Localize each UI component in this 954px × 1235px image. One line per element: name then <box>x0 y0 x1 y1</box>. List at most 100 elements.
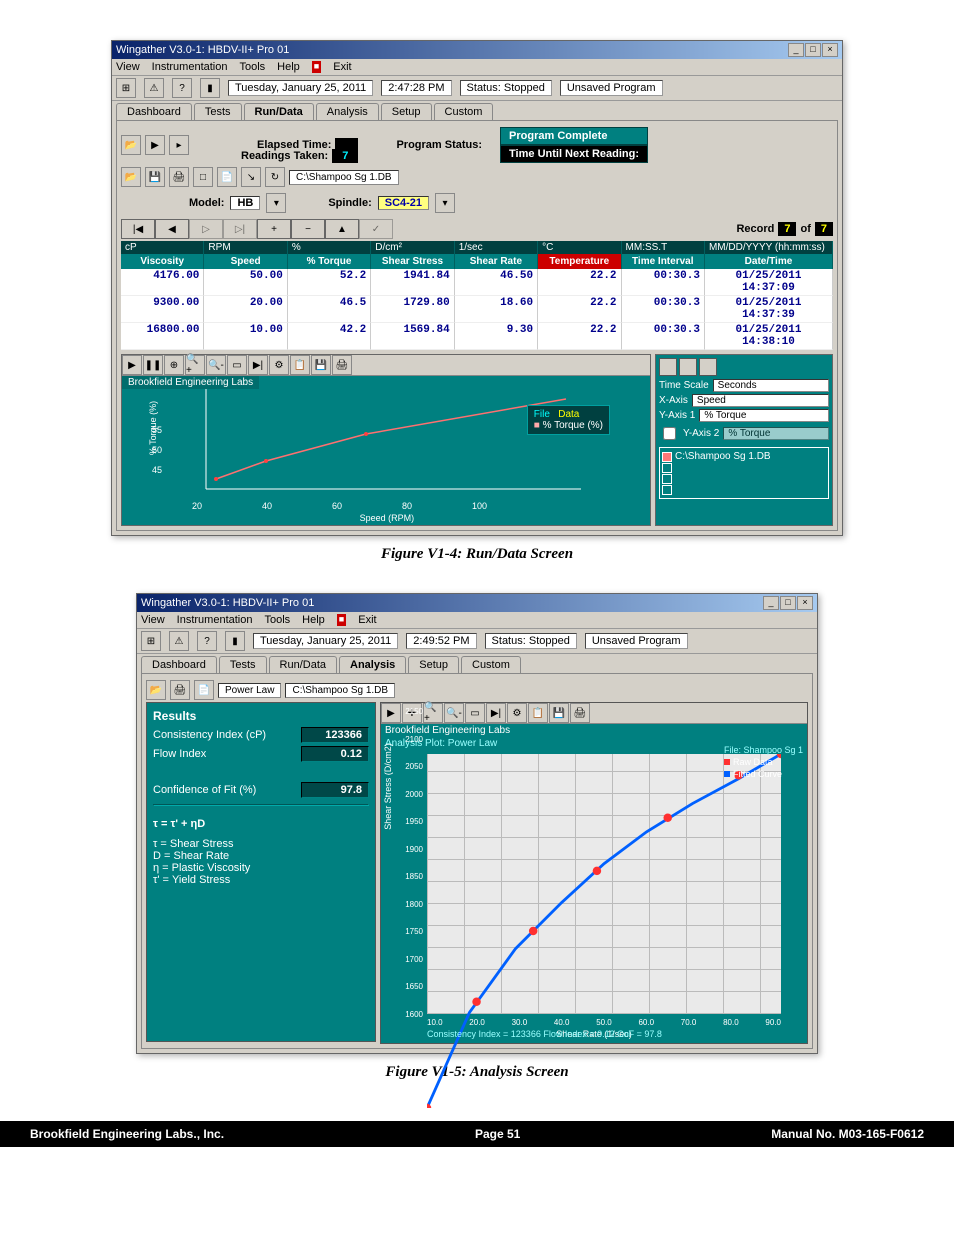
yaxis1-select[interactable]: % Torque <box>699 409 829 422</box>
nav-first-icon[interactable]: |◀ <box>121 219 155 239</box>
refresh-icon[interactable]: ↻ <box>265 167 285 187</box>
minimize-icon[interactable]: _ <box>763 596 779 610</box>
chart-config-icon[interactable]: ⚙ <box>269 355 289 375</box>
col-datetime[interactable]: Date/Time <box>705 254 833 269</box>
menu-help[interactable]: Help <box>302 614 325 626</box>
doc-icon[interactable]: 📄 <box>194 680 214 700</box>
maximize-icon[interactable]: □ <box>805 43 821 57</box>
model-dropdown-icon[interactable]: ▾ <box>266 193 286 213</box>
tab-custom[interactable]: Custom <box>461 656 521 673</box>
chart-print-icon[interactable]: 🖨 <box>332 355 352 375</box>
chart-save-icon[interactable]: 💾 <box>311 355 331 375</box>
tab-rundata[interactable]: Run/Data <box>244 103 314 120</box>
axis-icon[interactable] <box>699 358 717 376</box>
plot-config-icon[interactable]: ⚙ <box>507 703 527 723</box>
status-icon4[interactable]: ▮ <box>225 631 245 651</box>
tab-dashboard[interactable]: Dashboard <box>116 103 192 120</box>
plot-save-icon[interactable]: 💾 <box>549 703 569 723</box>
chart-zoomin-icon[interactable]: 🔍+ <box>185 355 205 375</box>
status-icon2[interactable]: ⚠ <box>144 78 164 98</box>
export-icon[interactable]: ↘ <box>241 167 261 187</box>
chart-next-icon[interactable]: ▶| <box>248 355 268 375</box>
menu-exit-icon[interactable]: ■ <box>337 614 346 626</box>
col-speed[interactable]: Speed <box>204 254 287 269</box>
menu-help[interactable]: Help <box>277 61 300 73</box>
col-shearstress[interactable]: Shear Stress <box>371 254 454 269</box>
plot-select-icon[interactable]: ▭ <box>465 703 485 723</box>
nav-add-icon[interactable]: + <box>257 219 291 239</box>
close-icon[interactable]: × <box>797 596 813 610</box>
status-icon4[interactable]: ▮ <box>200 78 220 98</box>
xaxis-select[interactable]: Speed <box>692 394 829 407</box>
tab-setup[interactable]: Setup <box>408 656 459 673</box>
tab-tests[interactable]: Tests <box>219 656 267 673</box>
table-row[interactable]: 9300.00 20.00 46.5 1729.80 18.60 22.2 00… <box>121 296 833 323</box>
model-select[interactable]: Power Law <box>218 683 281 698</box>
menu-instrumentation[interactable]: Instrumentation <box>152 61 228 73</box>
chart-copy-icon[interactable]: 📋 <box>290 355 310 375</box>
tab-setup[interactable]: Setup <box>381 103 432 120</box>
close-icon[interactable]: × <box>822 43 838 57</box>
yaxis2-checkbox[interactable] <box>663 427 676 440</box>
save-icon[interactable]: 💾 <box>145 167 165 187</box>
status-icon1[interactable]: ⊞ <box>141 631 161 651</box>
col-viscosity[interactable]: Viscosity <box>121 254 204 269</box>
status-icon2[interactable]: ⚠ <box>169 631 189 651</box>
maximize-icon[interactable]: □ <box>780 596 796 610</box>
col-timeinterval[interactable]: Time Interval <box>622 254 705 269</box>
plot-svg <box>427 754 781 1108</box>
nav-remove-icon[interactable]: − <box>291 219 325 239</box>
print-icon[interactable]: 🖨 <box>169 167 189 187</box>
chart-zoom-icon[interactable]: ⊕ <box>164 355 184 375</box>
nav-prev-icon[interactable]: ◀ <box>155 219 189 239</box>
copy-icon[interactable]: 📄 <box>217 167 237 187</box>
spindle-value[interactable]: SC4-21 <box>378 196 429 210</box>
model-value[interactable]: HB <box>230 196 260 210</box>
step-icon[interactable]: ▸ <box>169 135 189 155</box>
tab-analysis[interactable]: Analysis <box>316 103 379 120</box>
open2-icon[interactable]: 📂 <box>121 167 141 187</box>
play-icon[interactable]: ▶ <box>145 135 165 155</box>
menu-exit-icon[interactable]: ■ <box>312 61 321 73</box>
menu-tools[interactable]: Tools <box>239 61 265 73</box>
status-icon3[interactable]: ? <box>172 78 192 98</box>
chart-pause-icon[interactable]: ❚❚ <box>143 355 163 375</box>
col-temperature[interactable]: Temperature <box>538 254 621 269</box>
col-shearrate[interactable]: Shear Rate <box>455 254 538 269</box>
minimize-icon[interactable]: _ <box>788 43 804 57</box>
grid-icon[interactable] <box>679 358 697 376</box>
chart-zoomout-icon[interactable]: 🔍- <box>206 355 226 375</box>
plot-print-icon[interactable]: 🖨 <box>570 703 590 723</box>
nav-edit-icon[interactable]: ▲ <box>325 219 359 239</box>
tab-custom[interactable]: Custom <box>434 103 494 120</box>
table-row[interactable]: 16800.00 10.00 42.2 1569.84 9.30 22.2 00… <box>121 323 833 350</box>
undo-icon[interactable] <box>659 358 677 376</box>
spindle-dropdown-icon[interactable]: ▾ <box>435 193 455 213</box>
status-icon3[interactable]: ? <box>197 631 217 651</box>
chart-select-icon[interactable]: ▭ <box>227 355 247 375</box>
plot-zoomin-icon[interactable]: 🔍+ <box>423 703 443 723</box>
timescale-select[interactable]: Seconds <box>713 379 829 392</box>
open-icon[interactable]: 📂 <box>146 680 166 700</box>
chart-play-icon[interactable]: ▶ <box>122 355 142 375</box>
tab-dashboard[interactable]: Dashboard <box>141 656 217 673</box>
plot-copy-icon[interactable]: 📋 <box>528 703 548 723</box>
tab-rundata[interactable]: Run/Data <box>269 656 337 673</box>
print-icon[interactable]: 🖨 <box>170 680 190 700</box>
menu-instrumentation[interactable]: Instrumentation <box>177 614 253 626</box>
plot-zoomout-icon[interactable]: 🔍- <box>444 703 464 723</box>
menu-exit[interactable]: Exit <box>333 61 351 73</box>
menu-view[interactable]: View <box>141 614 165 626</box>
menu-view[interactable]: View <box>116 61 140 73</box>
tab-tests[interactable]: Tests <box>194 103 242 120</box>
new-icon[interactable]: □ <box>193 167 213 187</box>
menu-exit[interactable]: Exit <box>358 614 376 626</box>
tab-analysis[interactable]: Analysis <box>339 656 406 673</box>
col-torque[interactable]: % Torque <box>288 254 371 269</box>
open-icon[interactable]: 📂 <box>121 135 141 155</box>
table-row[interactable]: 4176.00 50.00 52.2 1941.84 46.50 22.2 00… <box>121 269 833 296</box>
status-icon1[interactable]: ⊞ <box>116 78 136 98</box>
plot-next-icon[interactable]: ▶| <box>486 703 506 723</box>
menu-tools[interactable]: Tools <box>264 614 290 626</box>
plot-play-icon[interactable]: ▶ <box>381 703 401 723</box>
